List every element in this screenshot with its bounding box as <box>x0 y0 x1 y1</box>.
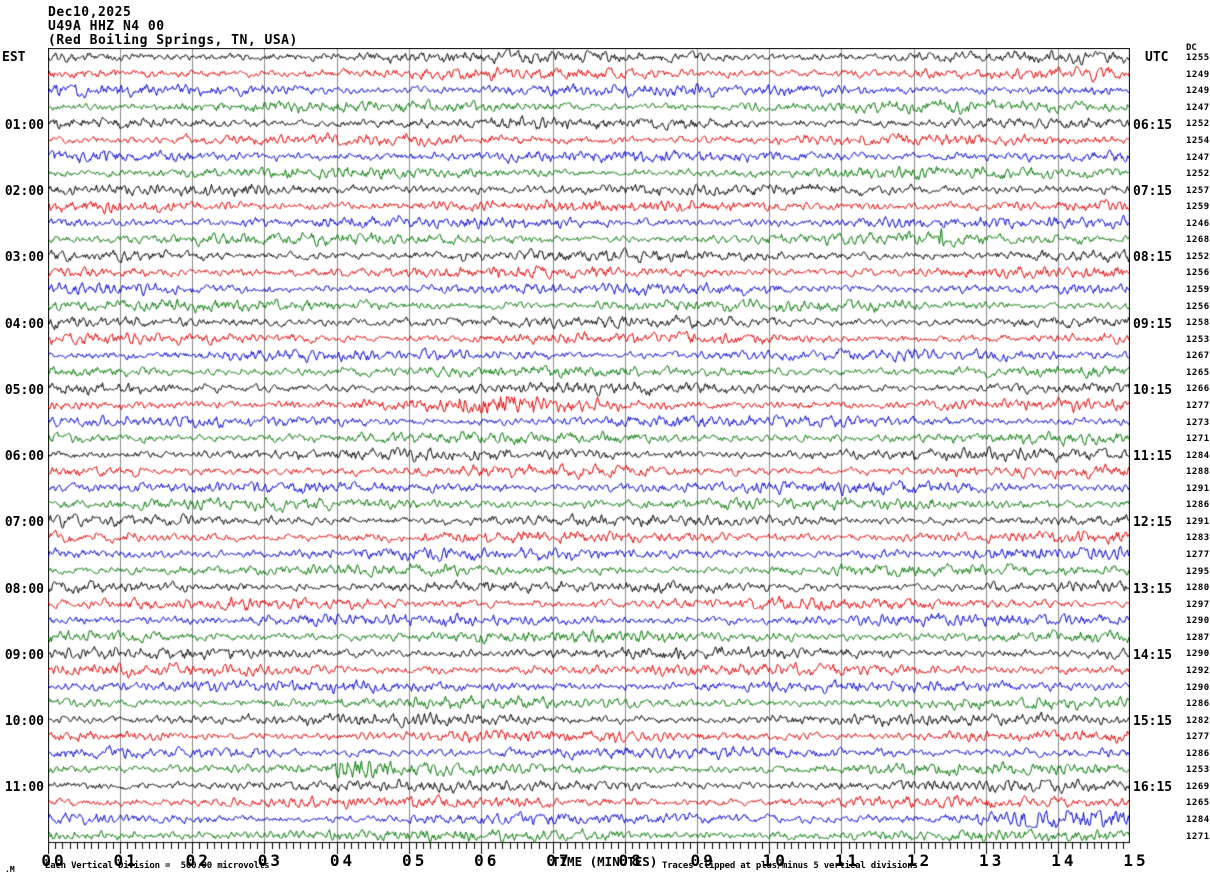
est-hour-label: 10:00 <box>4 714 44 730</box>
est-hour-label: 08:00 <box>4 581 44 597</box>
utc-hour-label: 12:15 <box>1133 515 1173 531</box>
dc-value: 1288 <box>1186 467 1210 478</box>
dc-value: 1247 <box>1186 152 1210 163</box>
dc-value: 1267 <box>1186 351 1210 362</box>
est-hour-label: 09:00 <box>4 647 44 663</box>
dc-value: 1259 <box>1186 285 1210 295</box>
dc-value: 1265 <box>1186 367 1210 378</box>
dc-value: 1246 <box>1186 218 1210 229</box>
dc-value: 1284 <box>1186 815 1210 825</box>
x-tick-label: 13 <box>979 851 1005 870</box>
dc-value: 1283 <box>1186 533 1210 544</box>
dc-value: 1256 <box>1186 268 1210 279</box>
dc-value: 1269 <box>1186 781 1210 792</box>
vertical-scale-note: Each Vertical Division = 500.00 microvol… <box>45 861 270 871</box>
dc-value: 1286 <box>1186 699 1210 709</box>
clip-note: Traces clipped at plus/minus 5 vertical … <box>662 861 918 871</box>
dc-value: 1266 <box>1186 384 1210 395</box>
seismogram-canvas <box>48 48 1130 860</box>
utc-hour-label: 15:15 <box>1133 714 1173 730</box>
dc-value: 1253 <box>1186 334 1210 345</box>
dc-value: 1291 <box>1186 516 1210 527</box>
dc-value: 1252 <box>1186 251 1210 262</box>
x-tick-label: 06 <box>474 851 500 870</box>
right-timezone-header: UTC <box>1145 50 1169 65</box>
dc-value: 1290 <box>1186 682 1210 693</box>
dc-value: 1295 <box>1186 566 1210 577</box>
utc-hour-label: 06:15 <box>1133 117 1173 133</box>
dc-value: 1290 <box>1186 616 1210 627</box>
dc-column-header: DC <box>1186 43 1197 53</box>
dc-value: 1252 <box>1186 169 1210 179</box>
corner-logo: .M <box>5 865 15 874</box>
x-tick-label: 15 <box>1123 851 1149 870</box>
dc-value: 1284 <box>1186 450 1210 461</box>
utc-hour-label: 16:15 <box>1133 780 1173 796</box>
title-date: Dec10,2025 <box>48 5 132 20</box>
dc-value: 1286 <box>1186 500 1210 511</box>
dc-value: 1268 <box>1186 235 1210 246</box>
dc-value: 1252 <box>1186 119 1210 130</box>
dc-value: 1253 <box>1186 765 1210 776</box>
dc-value: 1257 <box>1186 185 1210 196</box>
est-hour-label: 06:00 <box>4 449 44 465</box>
title-location: (Red Boiling Springs, TN, USA) <box>48 33 298 48</box>
dc-value: 1291 <box>1186 483 1210 494</box>
dc-value: 1297 <box>1186 599 1210 610</box>
x-tick-label: 04 <box>329 851 356 870</box>
dc-value: 1277 <box>1186 550 1210 560</box>
est-hour-label: 05:00 <box>4 382 44 398</box>
utc-hour-label: 11:15 <box>1133 449 1173 465</box>
dc-value: 1277 <box>1186 732 1210 743</box>
dc-value: 1249 <box>1186 86 1210 97</box>
x-tick-label: 14 <box>1051 851 1077 870</box>
utc-hour-label: 14:15 <box>1133 647 1173 663</box>
dc-value: 1271 <box>1186 831 1210 842</box>
est-hour-label: 02:00 <box>4 184 44 200</box>
est-hour-label: 03:00 <box>4 250 44 266</box>
utc-hour-label: 09:15 <box>1133 316 1173 332</box>
dc-value: 1259 <box>1186 202 1210 213</box>
x-axis-title: TIME (MINUTES) <box>552 854 658 869</box>
dc-value: 1247 <box>1186 102 1210 113</box>
dc-value: 1273 <box>1186 417 1210 428</box>
dc-value: 1271 <box>1186 434 1210 444</box>
utc-hour-label: 10:15 <box>1133 382 1173 398</box>
left-timezone-header: EST <box>2 50 26 65</box>
dc-value: 1258 <box>1186 318 1210 329</box>
est-hour-label: 07:00 <box>4 515 44 531</box>
est-hour-label: 01:00 <box>4 117 44 133</box>
dc-value: 1290 <box>1186 649 1210 660</box>
dc-value: 1255 <box>1186 53 1210 64</box>
dc-value: 1254 <box>1186 135 1210 146</box>
utc-hour-label: 07:15 <box>1133 184 1173 200</box>
x-tick-label: 05 <box>402 851 428 870</box>
est-hour-label: 04:00 <box>4 316 44 332</box>
heliplot-page: { "title": { "date": "Dec10,2025", "stat… <box>0 0 1210 886</box>
dc-value: 1277 <box>1186 400 1210 411</box>
dc-value: 1265 <box>1186 798 1210 809</box>
est-hour-label: 11:00 <box>4 780 44 796</box>
dc-value: 1256 <box>1186 301 1210 312</box>
dc-value: 1280 <box>1186 583 1210 594</box>
title-station: U49A HHZ N4 00 <box>48 19 165 34</box>
dc-value: 1287 <box>1186 632 1210 643</box>
dc-value: 1286 <box>1186 748 1210 759</box>
utc-hour-label: 08:15 <box>1133 250 1173 266</box>
dc-value: 1249 <box>1186 69 1210 80</box>
dc-value: 1282 <box>1186 715 1210 726</box>
utc-hour-label: 13:15 <box>1133 581 1173 597</box>
dc-value: 1292 <box>1186 665 1210 676</box>
